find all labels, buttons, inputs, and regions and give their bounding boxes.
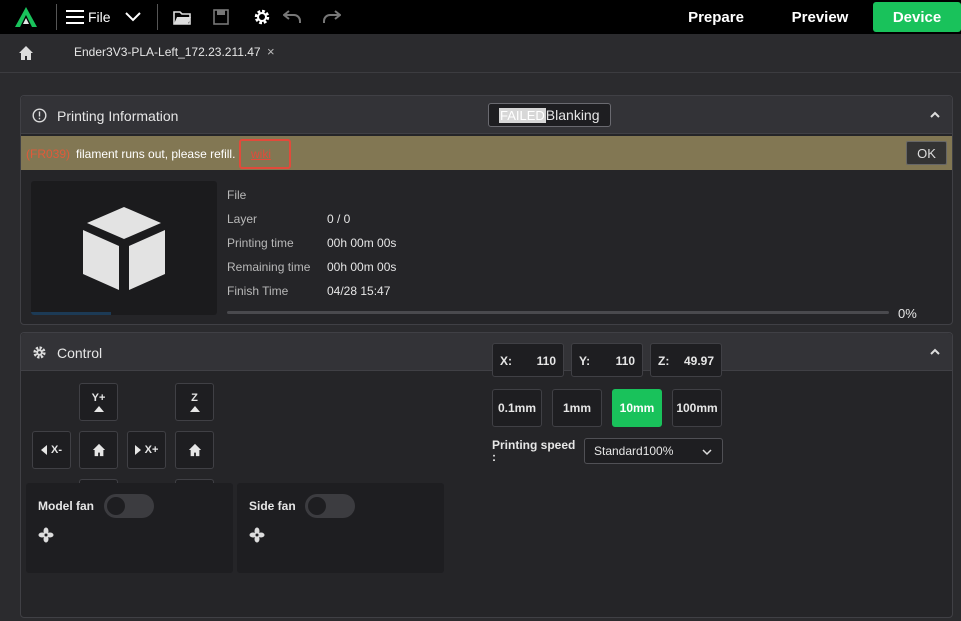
coord-y-display: Y: 110 — [571, 343, 643, 377]
printing-information-header[interactable]: Printing Information FAILED Blanking — [21, 96, 952, 134]
side-fan-card: Side fan — [237, 483, 444, 573]
toggle-knob — [107, 497, 125, 515]
side-fan-label: Side fan — [249, 499, 296, 513]
finish-time-label: Finish Time — [227, 284, 289, 298]
tab-prepare[interactable]: Prepare — [672, 0, 760, 34]
step-10mm-button[interactable]: 10mm — [612, 389, 662, 427]
coord-y-label: Y: — [579, 354, 591, 368]
file-menu-label: File — [88, 9, 111, 25]
finish-time-value: 04/28 15:47 — [327, 284, 391, 298]
cube-placeholder-icon — [83, 207, 165, 290]
coord-y-value: 110 — [615, 354, 635, 368]
printing-speed-select[interactable]: Standard100% — [584, 438, 723, 464]
model-thumbnail — [31, 181, 217, 315]
toggle-knob — [308, 497, 326, 515]
arrow-right-icon — [134, 445, 141, 455]
toolbar-separator — [157, 4, 158, 30]
jog-z-up-label: Z — [191, 392, 198, 404]
arrow-left-icon — [41, 445, 47, 455]
fan-icon — [249, 527, 265, 543]
printing-time-label: Printing time — [227, 236, 294, 250]
step-0-1mm-button[interactable]: 0.1mm — [492, 389, 542, 427]
home-icon — [92, 443, 105, 457]
layer-value: 0 / 0 — [327, 212, 351, 226]
print-progress-bar — [227, 311, 889, 314]
file-menu-button[interactable]: File — [66, 7, 111, 27]
control-title: Control — [57, 345, 103, 361]
toolbar-separator — [56, 4, 57, 30]
wiki-highlight: wiki — [239, 139, 291, 169]
coord-z-value: 49.97 — [683, 354, 714, 368]
app-logo-icon — [15, 7, 37, 27]
home-xy-button[interactable] — [79, 431, 118, 469]
model-fan-toggle[interactable] — [104, 494, 154, 518]
jog-x-minus-button[interactable]: X- — [32, 431, 71, 469]
error-code: (FR039) — [26, 147, 71, 161]
jog-z-up-button[interactable]: Z — [175, 383, 214, 421]
device-tab-title[interactable]: Ender3V3-PLA-Left_172.23.211.47 — [74, 45, 261, 59]
alert-ok-button[interactable]: OK — [906, 141, 947, 165]
remaining-time-value: 00h 00m 00s — [327, 260, 397, 274]
jog-x-plus-button[interactable]: X+ — [127, 431, 166, 469]
coord-x-label: X: — [500, 354, 512, 368]
home-icon — [188, 443, 201, 457]
printing-time-value: 00h 00m 00s — [327, 236, 397, 250]
fan-icon — [38, 527, 54, 543]
remaining-time-label: Remaining time — [227, 260, 311, 274]
arrow-up-icon — [189, 406, 200, 412]
arrow-up-icon — [93, 406, 104, 412]
layer-label: Layer — [227, 212, 258, 226]
model-fan-card: Model fan — [26, 483, 233, 573]
save-icon[interactable] — [211, 7, 231, 27]
thumbnail-strip — [31, 312, 111, 315]
model-fan-label: Model fan — [38, 499, 94, 513]
tab-preview[interactable]: Preview — [776, 0, 864, 34]
info-circle-icon — [32, 108, 47, 123]
top-bar: File Prepare Preview Device — [0, 0, 961, 34]
chevron-down-icon — [702, 449, 712, 456]
coord-x-value: 110 — [536, 354, 556, 368]
status-failed-text: FAILED — [499, 107, 546, 123]
control-header[interactable]: Control — [21, 333, 952, 371]
undo-icon[interactable] — [282, 7, 302, 27]
tab-device[interactable]: Device — [873, 2, 961, 32]
close-tab-icon[interactable]: × — [267, 44, 275, 59]
printing-information-title: Printing Information — [57, 108, 179, 124]
print-status-badge: FAILED Blanking — [488, 103, 611, 127]
wiki-link[interactable]: wiki — [251, 147, 271, 161]
jog-x-minus-label: X- — [51, 444, 62, 456]
chevron-up-icon[interactable] — [930, 110, 940, 120]
open-folder-icon[interactable] — [172, 7, 192, 27]
coord-z-display: Z: 49.97 — [650, 343, 722, 377]
coord-z-label: Z: — [658, 354, 670, 368]
control-panel: Control Y+ Z X- X+ Y- Z X: 110 Y: 1 — [20, 332, 953, 618]
gear-icon[interactable] — [252, 7, 272, 27]
jog-y-plus-label: Y+ — [91, 392, 106, 404]
home-z-button[interactable] — [175, 431, 214, 469]
step-100mm-button[interactable]: 100mm — [672, 389, 722, 427]
gear-icon — [33, 346, 46, 359]
jog-x-plus-label: X+ — [144, 444, 159, 456]
device-tab-bar: Ender3V3-PLA-Left_172.23.211.47 × — [0, 34, 961, 73]
step-1mm-button[interactable]: 1mm — [552, 389, 602, 427]
jog-y-plus-button[interactable]: Y+ — [79, 383, 118, 421]
redo-icon[interactable] — [322, 7, 342, 27]
error-alert-bar: (FR039) filament runs out, please refill… — [21, 136, 952, 170]
file-label: File — [227, 188, 247, 202]
hamburger-icon — [66, 10, 84, 24]
error-message: filament runs out, please refill. — [76, 147, 236, 161]
home-icon[interactable] — [18, 45, 34, 61]
printing-information-panel: Printing Information FAILED Blanking (FR… — [20, 95, 953, 325]
chevron-up-icon[interactable] — [930, 347, 940, 357]
printing-speed-value: Standard100% — [594, 444, 674, 458]
print-progress-text: 0% — [898, 306, 917, 321]
side-fan-toggle[interactable] — [305, 494, 355, 518]
status-state-text: Blanking — [545, 107, 600, 123]
coord-x-display: X: 110 — [492, 343, 564, 377]
printing-speed-label: Printing speed : — [492, 438, 576, 464]
dropdown-chevron-icon[interactable] — [123, 7, 143, 27]
